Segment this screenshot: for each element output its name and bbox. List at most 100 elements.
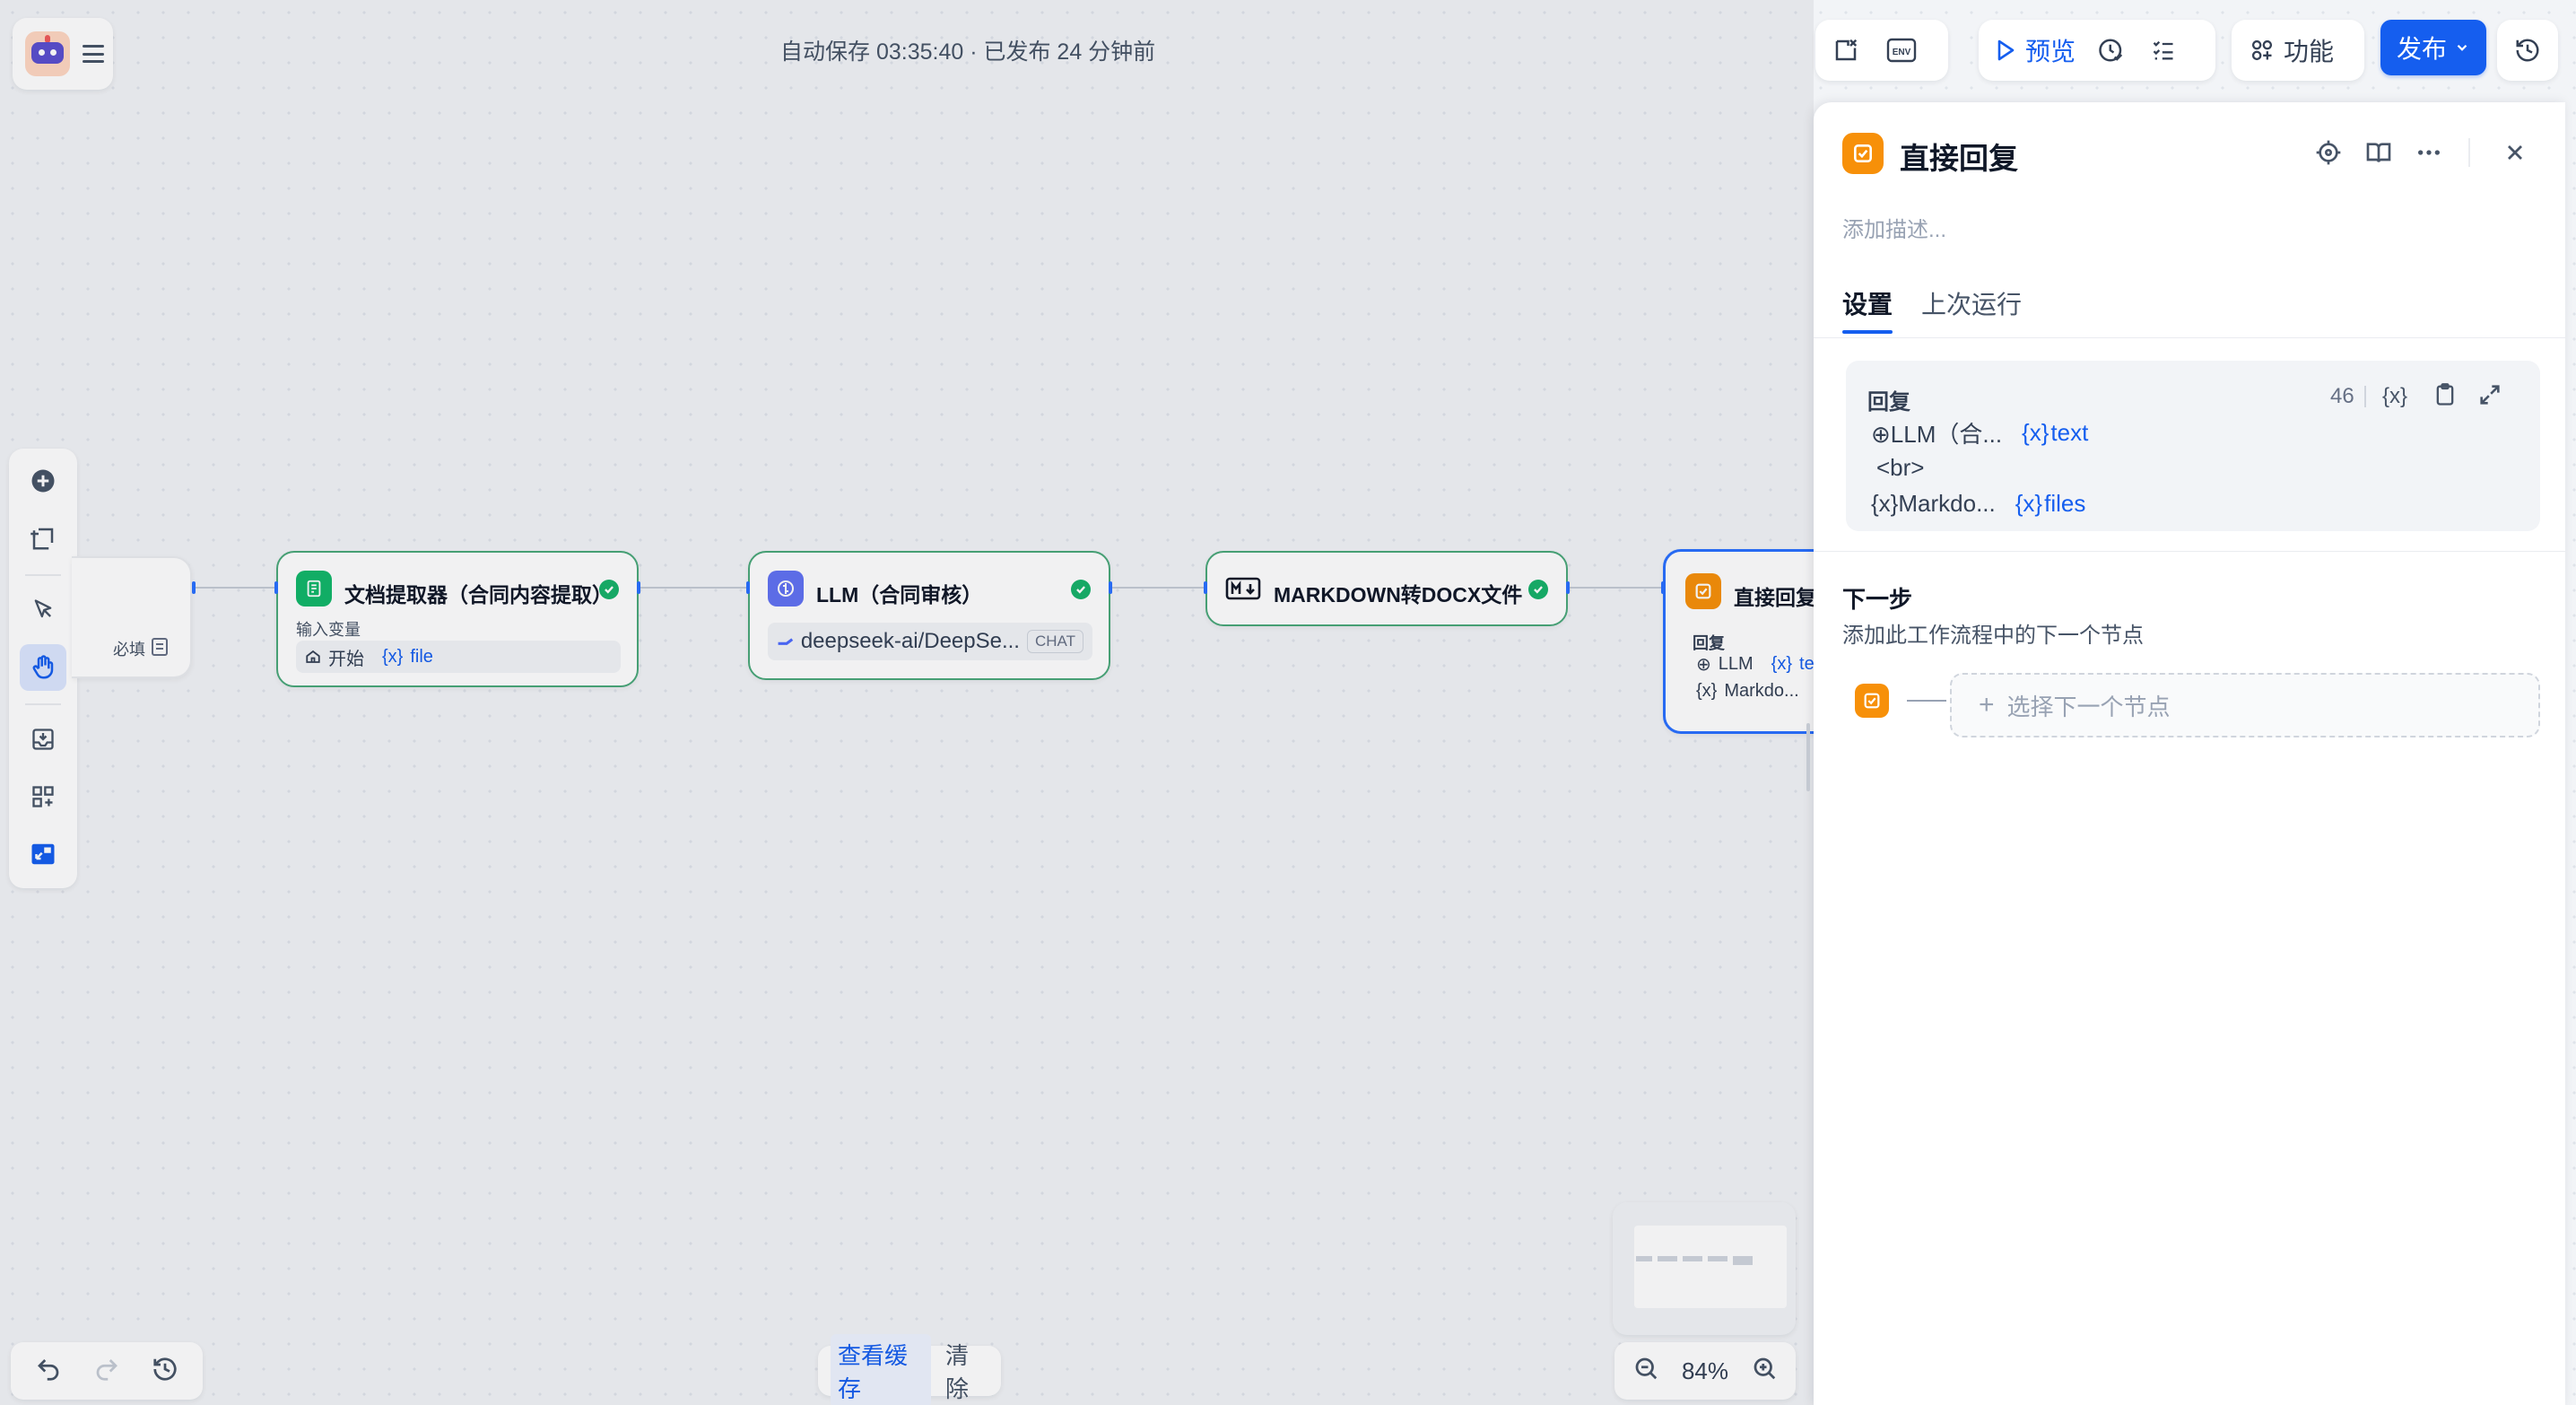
version-history-button[interactable] xyxy=(2497,20,2558,81)
features-button[interactable]: 功能 xyxy=(2242,27,2341,74)
hand-icon xyxy=(32,655,54,679)
preview-button[interactable]: 预览 xyxy=(1988,27,2083,74)
plus-circle-icon xyxy=(31,469,55,493)
markdown-variable-chip[interactable]: {x}Markdo... xyxy=(1871,490,1996,518)
next-step-connector xyxy=(1907,700,1946,702)
preview-label: 预览 xyxy=(2025,38,2076,65)
minimap-node xyxy=(1708,1256,1727,1261)
node-handle xyxy=(274,581,278,594)
more-options-button[interactable] xyxy=(2415,138,2443,171)
toolbar-run-group: 预览 xyxy=(1979,20,2215,81)
doc-extractor-node[interactable]: 文档提取器（合同内容提取） 输入变量 开始 {x} file xyxy=(276,551,639,687)
minimap-toggle-button[interactable] xyxy=(20,831,66,877)
var-icon: {x} xyxy=(1696,680,1718,701)
start-node[interactable]: 必填 xyxy=(72,556,192,678)
node-title: 文档提取器（合同内容提取） xyxy=(344,583,613,607)
home-icon xyxy=(306,650,320,663)
llm-small-icon: ⊕ xyxy=(1871,421,1891,448)
description-input[interactable]: 添加描述... xyxy=(1842,212,1946,243)
checklist-button[interactable] xyxy=(2140,27,2187,74)
expand-button[interactable] xyxy=(2477,382,2502,412)
markdown-docx-node[interactable]: MARKDOWN转DOCX文件 xyxy=(1205,551,1568,626)
locate-node-button[interactable] xyxy=(2314,138,2343,171)
node-config-panel: 直接回复 添加描述... 设置 上次运行 回复 46 {x} ⊕LLM（合...… xyxy=(1814,102,2565,1405)
reply-line-3-source: Markdo... xyxy=(1898,490,1996,517)
next-step-title: 下一步 xyxy=(1842,586,1913,613)
minimap-node xyxy=(1683,1256,1702,1261)
llm-node[interactable]: LLM（合同审核） deepseek-ai/DeepSe... CHAT xyxy=(748,551,1110,680)
tab-settings[interactable]: 设置 xyxy=(1842,285,1893,321)
env-icon: ENV xyxy=(1886,38,1917,63)
llm-icon xyxy=(768,571,804,607)
reply-line-2: <br> xyxy=(1876,454,1925,481)
divider xyxy=(2364,386,2366,407)
clear-cache-button[interactable]: 清除 xyxy=(945,1338,988,1404)
reply-node-icon xyxy=(1842,133,1884,174)
undo-icon xyxy=(38,1358,59,1381)
app-logo-menu[interactable] xyxy=(13,18,113,90)
reply-line-1-source: LLM xyxy=(1718,653,1754,674)
char-count: 46 xyxy=(2330,384,2354,408)
add-node-button[interactable] xyxy=(20,458,66,504)
undo-button[interactable] xyxy=(35,1356,62,1387)
toolbar-features-group: 功能 xyxy=(2232,20,2364,81)
redo-button[interactable] xyxy=(93,1356,120,1387)
copy-button[interactable] xyxy=(2432,382,2458,412)
zoom-out-button[interactable] xyxy=(1632,1355,1659,1388)
crosshair-icon xyxy=(2316,140,2341,165)
model-tag: CHAT xyxy=(1026,630,1083,653)
form-icon xyxy=(152,638,168,656)
organize-blocks-button[interactable] xyxy=(20,773,66,820)
play-icon xyxy=(1997,39,2015,61)
canvas-overlay xyxy=(0,0,1814,1405)
panel-title[interactable]: 直接回复 xyxy=(1900,135,2018,178)
zoom-in-button[interactable] xyxy=(1751,1355,1778,1388)
hand-mode-button[interactable] xyxy=(20,644,66,691)
pointer-mode-button[interactable] xyxy=(20,587,66,633)
reply-line-2-source: Markdo... xyxy=(1724,680,1799,701)
success-check-icon xyxy=(1071,580,1091,599)
variable-inspect-icon xyxy=(1835,39,1858,61)
active-tab-indicator xyxy=(1842,330,1893,334)
history-icon xyxy=(153,1357,177,1381)
select-next-node-label: 选择下一个节点 xyxy=(2006,693,2171,720)
close-panel-button[interactable] xyxy=(2502,140,2528,170)
export-image-button[interactable] xyxy=(20,716,66,763)
edge-llm-markdown xyxy=(1112,587,1205,589)
run-history-button[interactable] xyxy=(2088,27,2135,74)
reply-icon xyxy=(1685,573,1721,609)
var-icon: {x} xyxy=(1871,490,1899,517)
minimap-icon xyxy=(31,843,55,865)
help-docs-button[interactable] xyxy=(2364,138,2393,171)
node-title: 直接回复 xyxy=(1734,586,1816,609)
tab-last-run[interactable]: 上次运行 xyxy=(1921,285,2022,321)
view-cache-button[interactable]: 查看缓存 xyxy=(831,1334,931,1405)
env-button[interactable]: ENV xyxy=(1878,27,1925,74)
var-icon: {x} xyxy=(2022,419,2049,446)
success-check-icon xyxy=(599,580,619,599)
autosave-status: 自动保存 03:35:40 · 已发布 24 分钟前 xyxy=(780,39,1156,65)
menu-icon[interactable] xyxy=(83,45,104,63)
var-icon: {x} xyxy=(382,646,404,667)
zoom-out-icon xyxy=(1635,1357,1658,1379)
expand-icon xyxy=(2480,385,2500,405)
changes-history-button[interactable] xyxy=(152,1356,178,1387)
select-next-node-button[interactable]: + 选择下一个节点 xyxy=(1950,673,2540,737)
publish-label: 发布 xyxy=(2396,35,2447,63)
model-name: deepseek-ai/DeepSe... xyxy=(800,629,1020,653)
panel-resize-handle[interactable] xyxy=(1806,723,1810,791)
input-source: 开始 xyxy=(328,649,364,669)
edge-extractor-llm xyxy=(640,587,748,589)
variable-inspect-button[interactable] xyxy=(1823,27,1869,74)
publish-button[interactable]: 发布 xyxy=(2380,20,2486,75)
minimap[interactable] xyxy=(1613,1202,1796,1335)
node-title: MARKDOWN转DOCX文件 xyxy=(1274,583,1523,607)
add-note-button[interactable] xyxy=(20,515,66,562)
reply-editor[interactable]: 回复 46 {x} ⊕LLM（合... {x} text <br> {x}Mar… xyxy=(1846,361,2540,531)
zoom-level[interactable]: 84% xyxy=(1682,1357,1728,1385)
svg-text:ENV: ENV xyxy=(1893,48,1911,57)
llm-variable-chip[interactable]: ⊕LLM（合... xyxy=(1871,416,2002,449)
insert-variable-button[interactable]: {x} xyxy=(2382,384,2407,409)
node-handle xyxy=(746,581,750,594)
clock-check-icon xyxy=(2099,39,2123,62)
